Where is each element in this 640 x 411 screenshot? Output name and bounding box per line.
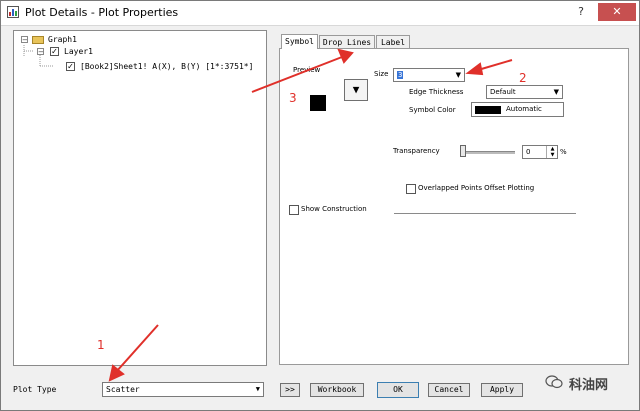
annotation-arrows	[108, 48, 513, 382]
arrow-1-line	[115, 324, 159, 373]
arrow-3-line	[251, 56, 343, 93]
arrow-2-head	[465, 62, 484, 76]
annotation-number-2: 2	[519, 71, 527, 85]
tab-symbol[interactable]: Symbol	[281, 34, 318, 49]
arrow-2-line	[477, 59, 513, 71]
annotation-number-1: 1	[97, 338, 105, 352]
annotation-number-3: 3	[289, 91, 297, 105]
arrow-1-head	[108, 364, 125, 382]
arrow-3-head	[337, 48, 354, 64]
